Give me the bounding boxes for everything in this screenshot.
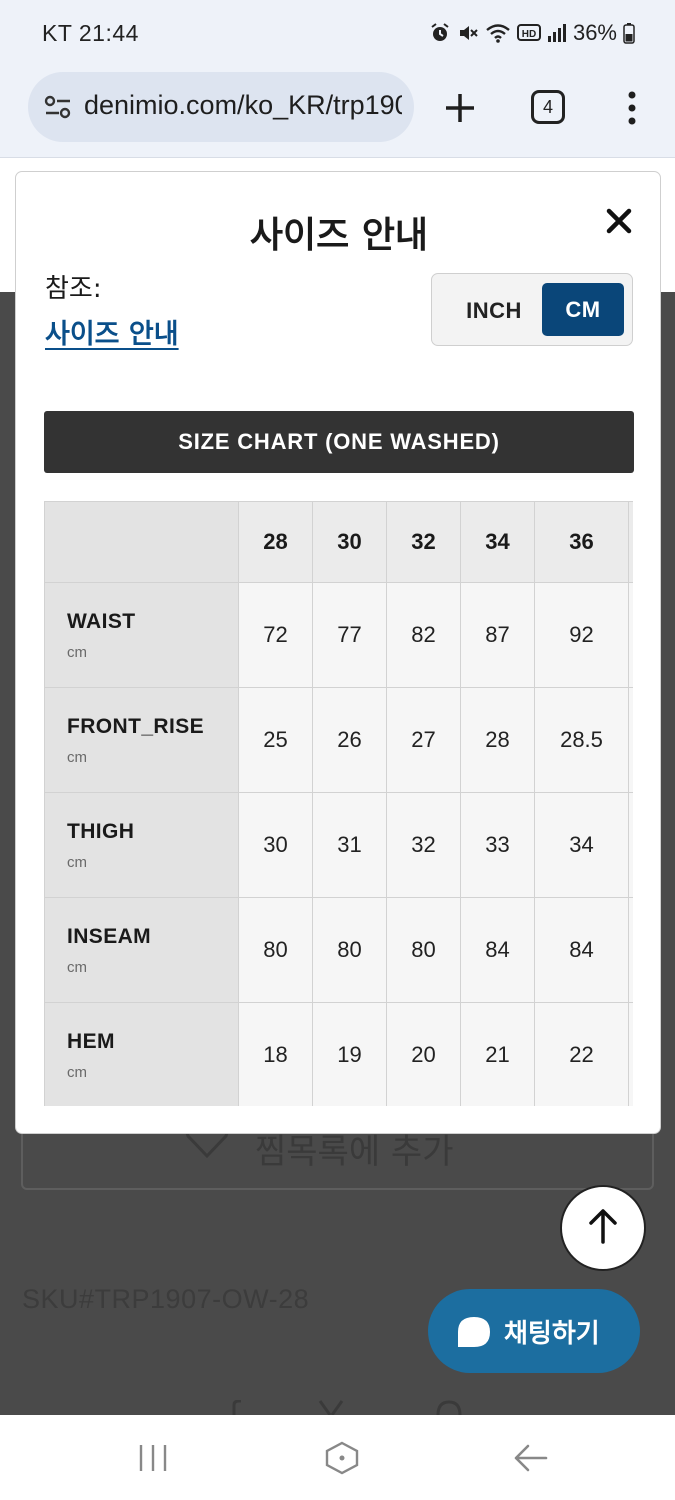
size-chart-title: SIZE CHART (ONE WASHED) (44, 411, 634, 473)
table-cell: 28.5 (534, 687, 629, 793)
address-bar[interactable]: denimio.com/ko_KR/trp1907-ow-28 (28, 72, 414, 142)
table-cell-overflow (628, 897, 633, 1003)
size-table-container[interactable]: 28 30 32 34 36 WAIST cm 72 77 82 87 92 F… (44, 501, 633, 1106)
table-cell: 30 (238, 792, 313, 898)
measurement-name: THIGH (67, 819, 135, 843)
chat-button[interactable]: 채팅하기 (428, 1289, 640, 1373)
size-header: 32 (386, 501, 461, 583)
table-row: WAIST cm 72 77 82 87 92 (44, 582, 633, 688)
system-navigation-bar (0, 1415, 675, 1500)
measurement-unit: cm (67, 1063, 87, 1081)
size-header: 36 (534, 501, 629, 583)
modal-title: 사이즈 안내 (249, 215, 429, 256)
measurement-unit: cm (67, 748, 87, 766)
site-settings-icon[interactable] (44, 94, 72, 124)
close-icon[interactable] (604, 206, 634, 236)
tab-switcher-button[interactable]: 4 (531, 90, 565, 124)
scroll-to-top-button[interactable] (560, 1185, 646, 1271)
unit-toggle: INCH CM (431, 273, 633, 346)
measurement-unit: cm (67, 958, 87, 976)
arrow-up-icon (586, 1207, 620, 1249)
table-cell: 34 (534, 792, 629, 898)
table-cell: 92 (534, 582, 629, 688)
table-cell: 84 (534, 897, 629, 1003)
row-header: WAIST cm (44, 582, 239, 688)
measurement-name: WAIST (67, 609, 136, 633)
table-cell: 31 (312, 792, 387, 898)
table-cell: 22 (534, 1002, 629, 1106)
chat-bubble-icon (456, 1315, 492, 1353)
table-cell: 80 (386, 897, 461, 1003)
measurement-unit: cm (67, 643, 87, 661)
hd-voice-icon: HD (516, 22, 541, 44)
status-icons: HD 36% (429, 20, 635, 46)
table-cell: 87 (460, 582, 535, 688)
table-header-row: 28 30 32 34 36 (44, 501, 633, 583)
table-cell: 80 (238, 897, 313, 1003)
mute-icon (457, 22, 479, 44)
sku-text: SKU#TRP1907-OW-28 (22, 1284, 310, 1314)
table-cell: 80 (312, 897, 387, 1003)
size-header: 30 (312, 501, 387, 583)
wifi-icon (485, 22, 511, 44)
row-header: HEM cm (44, 1002, 239, 1106)
table-cell: 32 (386, 792, 461, 898)
table-cell: 26 (312, 687, 387, 793)
table-cell: 82 (386, 582, 461, 688)
reference-label: 참조: (45, 274, 102, 304)
recent-apps-icon[interactable] (136, 1441, 170, 1479)
status-bar: KT 21:44 HD 36% (0, 0, 675, 68)
battery-label: 36% (572, 20, 617, 45)
carrier-time: KT 21:44 (42, 20, 139, 46)
table-row: THIGH cm 30 31 32 33 34 (44, 792, 633, 898)
alarm-icon (429, 22, 451, 44)
table-cell: 28 (460, 687, 535, 793)
chat-label: 채팅하기 (504, 1319, 600, 1349)
battery-icon (623, 22, 635, 44)
table-cell: 27 (386, 687, 461, 793)
unit-inch-button[interactable]: INCH (442, 284, 546, 337)
table-row: FRONT_RISE cm 25 26 27 28 28.5 (44, 687, 633, 793)
table-cell: 72 (238, 582, 313, 688)
row-header: FRONT_RISE cm (44, 687, 239, 793)
url-text[interactable]: denimio.com/ko_KR/trp1907-ow-28 (84, 90, 402, 121)
size-guide-modal: 사이즈 안내 참조: 사이즈 안내 INCH CM SIZE CHART (ON… (15, 171, 661, 1134)
row-header: THIGH cm (44, 792, 239, 898)
table-row: HEM cm 18 19 20 21 22 (44, 1002, 633, 1106)
back-icon[interactable] (512, 1441, 550, 1479)
table-cell-overflow (628, 792, 633, 898)
table-row: INSEAM cm 80 80 80 84 84 (44, 897, 633, 1003)
svg-text:HD: HD (522, 29, 536, 40)
more-menu-icon[interactable] (620, 88, 644, 128)
table-cell: 21 (460, 1002, 535, 1106)
measurement-name: HEM (67, 1029, 115, 1053)
table-cell: 84 (460, 897, 535, 1003)
table-cell-overflow (628, 582, 633, 688)
size-header: 28 (238, 501, 313, 583)
size-header: 34 (460, 501, 535, 583)
table-cell-overflow (628, 687, 633, 793)
table-corner-cell (44, 501, 239, 583)
tab-count: 4 (542, 96, 553, 117)
signal-icon (547, 22, 567, 44)
measurement-unit: cm (67, 853, 87, 871)
table-cell: 20 (386, 1002, 461, 1106)
size-guide-link[interactable]: 사이즈 안내 (45, 312, 179, 351)
measurement-name: INSEAM (67, 924, 152, 948)
new-tab-button[interactable] (440, 88, 480, 128)
browser-toolbar: denimio.com/ko_KR/trp1907-ow-28 4 (0, 68, 675, 158)
table-cell-overflow (628, 1002, 633, 1106)
table-cell: 19 (312, 1002, 387, 1106)
unit-cm-button[interactable]: CM (542, 283, 624, 336)
home-icon[interactable] (324, 1441, 360, 1479)
measurement-name: FRONT_RISE (67, 714, 205, 738)
table-cell: 18 (238, 1002, 313, 1106)
size-table: 28 30 32 34 36 WAIST cm 72 77 82 87 92 F… (44, 501, 633, 1106)
row-header: INSEAM cm (44, 897, 239, 1003)
table-cell: 33 (460, 792, 535, 898)
table-cell: 25 (238, 687, 313, 793)
table-cell: 77 (312, 582, 387, 688)
size-header-overflow (628, 501, 633, 583)
